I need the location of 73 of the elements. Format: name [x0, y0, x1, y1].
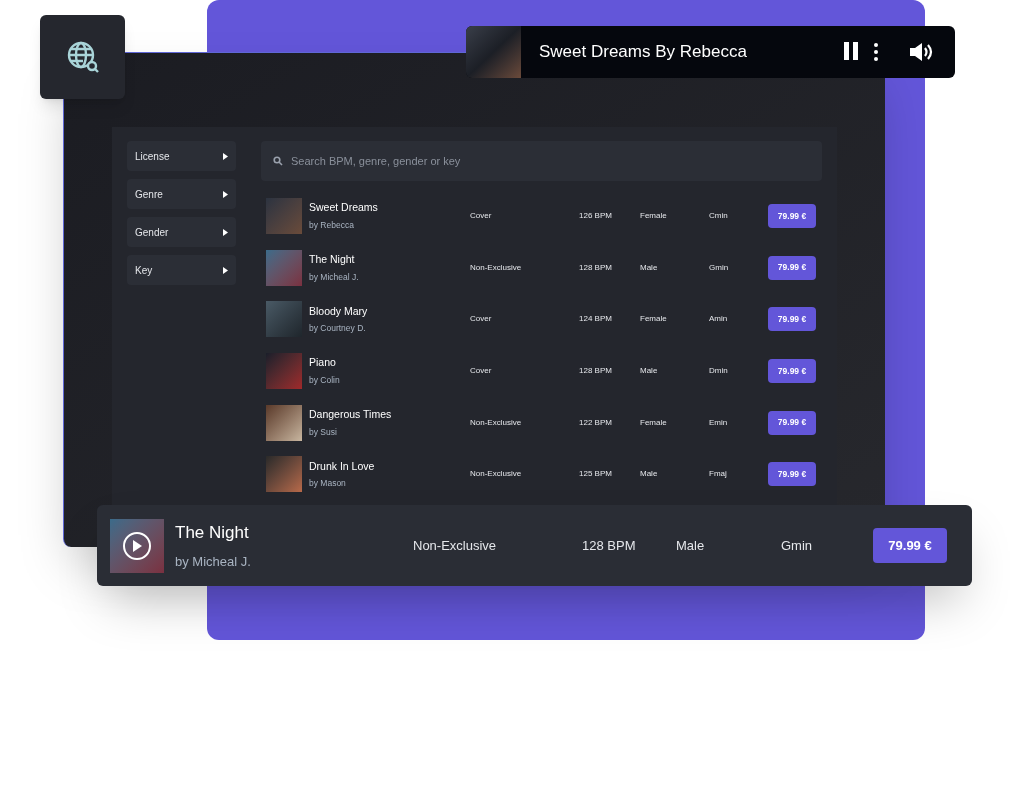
track-title: The Night: [309, 251, 356, 267]
track-title: Drunk In Love: [309, 458, 376, 474]
key-value: Cmin: [709, 210, 729, 222]
license-type: Cover: [470, 365, 493, 378]
more-options-button[interactable]: [873, 43, 879, 61]
gender-value: Female: [640, 313, 668, 326]
artist-name: by Micheal J.: [309, 270, 360, 284]
gender-value: Male: [640, 468, 659, 481]
caret-icon: [223, 266, 228, 274]
track-title: Piano: [309, 355, 337, 371]
track-title: Sweet Dreams: [309, 200, 379, 216]
price-button[interactable]: 79.99 €: [768, 462, 816, 487]
photo-placeholder: [266, 198, 302, 234]
gender-value: Female: [640, 210, 668, 222]
license-type: Cover: [470, 313, 493, 326]
globe-search-icon: [65, 40, 100, 74]
price-button[interactable]: 79.99 €: [873, 528, 947, 563]
filter-dropdown[interactable]: Gender: [127, 217, 236, 247]
track-title: Bloody Mary: [309, 303, 369, 319]
license-type: Non-Exclusive: [470, 468, 523, 481]
track-title: The Night: [175, 522, 250, 544]
artist-name: by Courtney D.: [309, 322, 367, 336]
gender-value: Female: [640, 416, 668, 429]
gender-value: Male: [640, 365, 659, 378]
bpm-value: 128 BPM: [579, 365, 613, 378]
play-icon: [132, 539, 142, 552]
artist-name: by Mason: [309, 477, 347, 491]
photo-placeholder: [266, 301, 302, 338]
track-title: Dangerous Times: [309, 407, 393, 422]
artist-name: by Susi: [309, 425, 338, 439]
search-icon: [273, 156, 283, 166]
search-field[interactable]: Search BPM, genre, gender or key: [261, 141, 822, 181]
license-type: Non-Exclusive: [470, 416, 523, 429]
caret-icon: [223, 228, 228, 236]
pause-button[interactable]: [843, 42, 859, 62]
price-button[interactable]: 79.99 €: [768, 307, 816, 332]
artist-name: by Micheal J.: [175, 552, 252, 571]
bpm-value: 124 BPM: [579, 313, 613, 326]
gender-value: Male: [676, 536, 706, 555]
photo-placeholder: [266, 353, 302, 390]
photo-placeholder: [266, 456, 302, 493]
bpm-value: 122 BPM: [579, 416, 613, 429]
photo-placeholder: [466, 26, 521, 78]
filter-dropdown[interactable]: License: [127, 141, 236, 171]
volume-button[interactable]: [909, 42, 935, 62]
key-value: Gmin: [709, 261, 730, 274]
price-button[interactable]: 79.99 €: [768, 255, 816, 280]
bpm-value: 126 BPM: [579, 210, 613, 222]
key-value: Fmaj: [709, 468, 728, 481]
artist-name: by Colin: [309, 374, 341, 387]
price-button[interactable]: 79.99 €: [768, 204, 816, 228]
key-value: Dmin: [709, 365, 729, 378]
caret-icon: [223, 190, 228, 198]
bpm-value: 128 BPM: [579, 261, 613, 274]
filter-dropdown[interactable]: Key: [127, 255, 236, 285]
key-value: Emin: [709, 416, 729, 429]
price-button[interactable]: 79.99 €: [768, 359, 816, 384]
license-type: Non-Exclusive: [413, 536, 498, 555]
gender-value: Male: [640, 261, 659, 274]
filter-dropdown[interactable]: Genre: [127, 179, 236, 209]
play-button[interactable]: [123, 531, 151, 560]
artist-name: by Rebecca: [309, 219, 355, 232]
license-type: Cover: [470, 210, 493, 222]
track-title: Sweet Dreams By Rebecca: [539, 41, 748, 64]
price-button[interactable]: 79.99 €: [768, 410, 816, 435]
key-value: Gmin: [781, 536, 814, 555]
caret-icon: [223, 152, 228, 160]
bpm-value: 125 BPM: [579, 468, 613, 481]
photo-placeholder: [266, 404, 302, 441]
license-type: Non-Exclusive: [470, 261, 523, 274]
key-value: Amin: [709, 313, 729, 326]
photo-placeholder: [266, 249, 302, 286]
bpm-value: 128 BPM: [582, 536, 637, 555]
